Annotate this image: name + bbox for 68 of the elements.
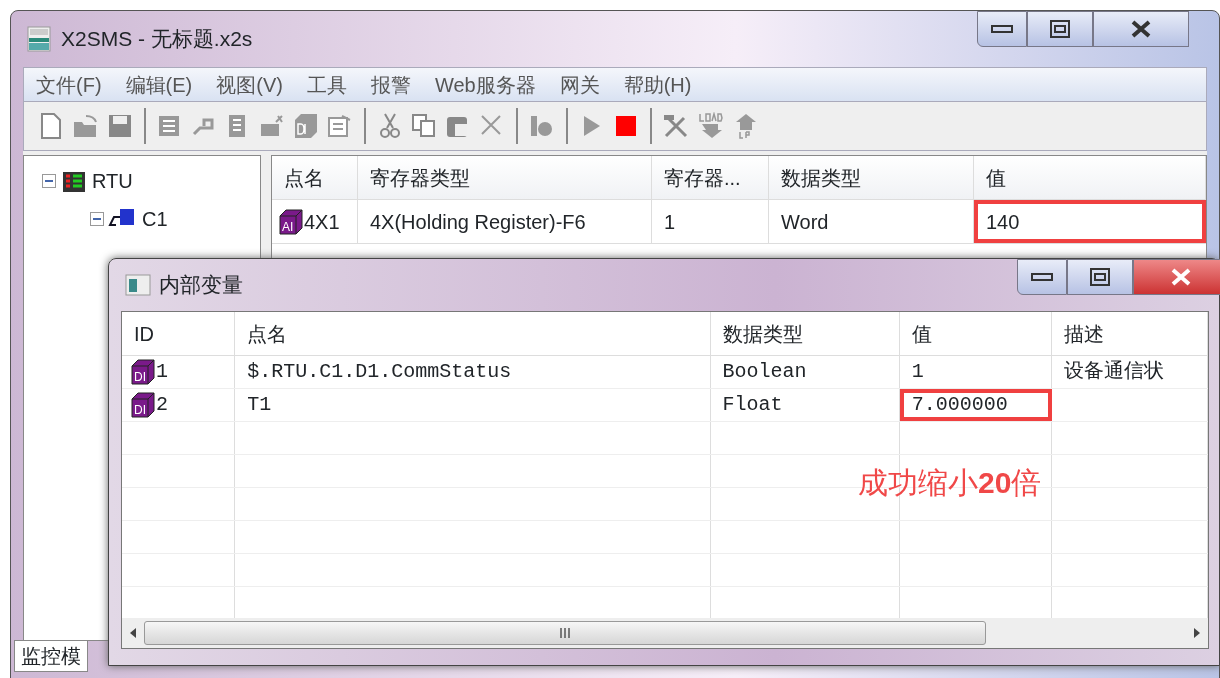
- column-header[interactable]: ID: [122, 312, 236, 355]
- maximize-button[interactable]: [1067, 259, 1133, 295]
- menu-item[interactable]: 编辑(E): [113, 69, 205, 100]
- close-icon: [1170, 268, 1192, 286]
- table-cell-text: 设备通信状: [1063, 359, 1164, 385]
- maximize-button[interactable]: [1027, 11, 1093, 47]
- hammer-wrench-icon[interactable]: [662, 112, 690, 140]
- table-cell-text: T1: [247, 392, 272, 418]
- column-header[interactable]: 值: [899, 312, 1052, 355]
- annotation-text: 成功缩小20倍: [858, 465, 1042, 501]
- table-cell: 4X(Holding Register)-F6: [358, 200, 652, 243]
- point-icon: AI: [278, 207, 304, 236]
- variable-icon: DI: [130, 358, 156, 386]
- window-title: X2SMS - 无标题.x2s: [61, 26, 253, 53]
- menu-item[interactable]: 帮助(H): [611, 69, 704, 100]
- collapse-toggle[interactable]: [90, 212, 104, 226]
- minimize-icon: [1031, 273, 1053, 281]
- variable-icon: DI: [130, 391, 156, 419]
- minimize-button[interactable]: [977, 11, 1027, 47]
- grip-icon: [558, 628, 572, 638]
- horizontal-scrollbar[interactable]: [122, 618, 1208, 648]
- menu-item[interactable]: 文件(F): [24, 69, 114, 100]
- menu-item[interactable]: 工具: [294, 69, 359, 100]
- table-cell-text: Boolean: [722, 359, 807, 385]
- menu-item[interactable]: 网关: [547, 69, 612, 100]
- table-cell: 7.000000: [899, 389, 1052, 421]
- bottom-tab[interactable]: 监控模: [14, 640, 88, 672]
- load-icon[interactable]: [696, 112, 724, 140]
- app-icon: [27, 26, 51, 52]
- column-header[interactable]: 寄存器类型: [358, 156, 652, 199]
- table-cell-text: 4X1: [304, 209, 340, 235]
- collapse-toggle[interactable]: [42, 174, 56, 188]
- window-icon: [125, 274, 151, 296]
- tree-item[interactable]: RTU: [92, 166, 133, 196]
- open-folder-icon[interactable]: [72, 112, 100, 140]
- close-button[interactable]: [1093, 11, 1189, 47]
- column-header[interactable]: 数据类型: [710, 312, 900, 355]
- scroll-left-icon: [128, 627, 138, 639]
- column-header[interactable]: 值: [974, 156, 1206, 199]
- table-cell-text: 2: [156, 392, 168, 418]
- cube-icon[interactable]: [292, 112, 320, 140]
- column-header[interactable]: 数据类型: [769, 156, 974, 199]
- table-cell-text: 1: [911, 359, 924, 385]
- column-header[interactable]: 描述: [1051, 312, 1208, 355]
- maximize-icon: [1090, 268, 1110, 286]
- menu-item[interactable]: Web服务器: [422, 69, 548, 100]
- copy-icon[interactable]: [410, 112, 438, 140]
- column-header[interactable]: 寄存器...: [652, 156, 769, 199]
- minimize-icon: [991, 25, 1013, 33]
- close-icon: [1130, 20, 1152, 38]
- save-icon[interactable]: [106, 112, 134, 140]
- child-window-title: 内部变量: [159, 272, 243, 299]
- table-cell-text: $.RTU.C1.D1.CommStatus: [247, 359, 512, 385]
- menu-item[interactable]: 报警: [358, 69, 423, 100]
- column-header[interactable]: 点名: [272, 156, 358, 199]
- table-cell-text: 1: [156, 359, 168, 385]
- maximize-icon: [1050, 20, 1070, 38]
- column-header[interactable]: 点名: [235, 312, 711, 355]
- minimize-button[interactable]: [1017, 259, 1067, 295]
- scroll-right-icon: [1192, 627, 1202, 639]
- table-cell: 1: [652, 200, 769, 243]
- table-cell: 140: [974, 200, 1206, 243]
- tree-item[interactable]: C1: [142, 204, 168, 234]
- table-cell: Word: [769, 200, 974, 243]
- scroll-thumb[interactable]: [144, 621, 986, 645]
- table-cell-text: Float: [722, 392, 783, 418]
- menu-item[interactable]: 视图(V): [204, 69, 295, 100]
- close-button[interactable]: [1133, 259, 1220, 295]
